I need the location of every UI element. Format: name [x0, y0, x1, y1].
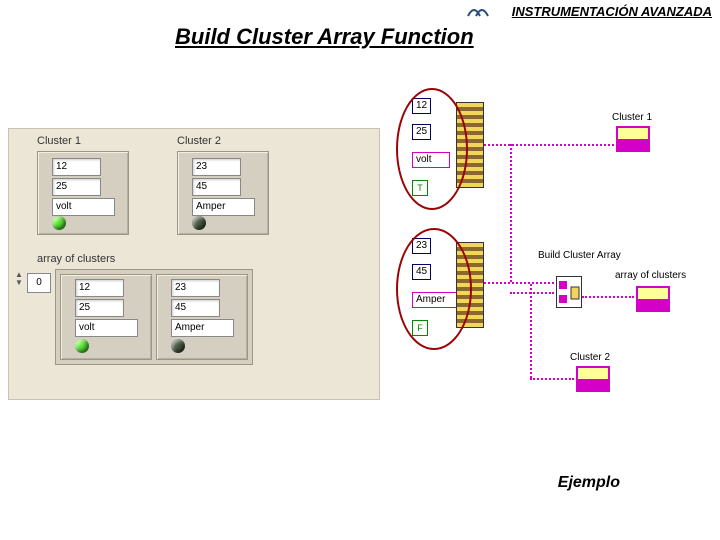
page-title: Build Cluster Array Function — [175, 24, 474, 50]
cluster1-num2[interactable]: 25 — [52, 178, 101, 196]
arr0-num1[interactable]: 12 — [75, 279, 124, 297]
wire-4 — [582, 296, 634, 298]
arr0-str[interactable]: volt — [75, 319, 138, 337]
wire-5 — [530, 284, 532, 378]
array-item-0: 12 25 volt — [60, 274, 152, 360]
arr1-num1[interactable]: 23 — [171, 279, 220, 297]
cluster2-num2[interactable]: 45 — [192, 178, 241, 196]
bd-num2a: 23 — [412, 238, 431, 254]
bd-bca-label: Build Cluster Array — [538, 250, 621, 261]
array-index[interactable]: 0 — [27, 273, 51, 293]
bd-cluster1-label: Cluster 1 — [612, 112, 652, 123]
arr1-str[interactable]: Amper — [171, 319, 234, 337]
cluster2-str[interactable]: Amper — [192, 198, 255, 216]
bd-num1b: 25 — [412, 124, 431, 140]
bd-bool1: T — [412, 180, 428, 196]
wire-1 — [484, 144, 614, 146]
bd-num1a: 12 — [412, 98, 431, 114]
footer-text: Ejemplo — [558, 474, 620, 492]
front-panel: Cluster 1 12 25 volt Cluster 2 23 45 Amp… — [8, 128, 380, 400]
cluster1-label: Cluster 1 — [37, 135, 81, 147]
cluster1-terminal — [616, 126, 650, 152]
arr0-num2[interactable]: 25 — [75, 299, 124, 317]
array-item-1: 23 45 Amper — [156, 274, 248, 360]
bundle-node-2 — [456, 242, 484, 328]
header-text: INSTRUMENTACIÓN AVANZADA — [512, 4, 712, 19]
arr0-led[interactable] — [75, 339, 89, 353]
arr1-led[interactable] — [171, 339, 185, 353]
build-cluster-array-node — [556, 276, 582, 308]
cluster1-led[interactable] — [52, 216, 66, 230]
array-container: 12 25 volt 23 45 Amper — [55, 269, 253, 365]
bd-str1: volt — [412, 152, 450, 168]
array-label: array of clusters — [37, 253, 115, 265]
wire-3 — [484, 282, 554, 284]
array-terminal — [636, 286, 670, 312]
bd-str2: Amper — [412, 292, 460, 308]
bd-array-label: array of clusters — [615, 270, 686, 281]
bd-bool2: F — [412, 320, 428, 336]
cluster1-num1[interactable]: 12 — [52, 158, 101, 176]
bd-cluster2-label: Cluster 2 — [570, 352, 610, 363]
arr1-num2[interactable]: 45 — [171, 299, 220, 317]
cluster2-label: Cluster 2 — [177, 135, 221, 147]
cluster1-box: 12 25 volt — [37, 151, 129, 235]
bd-num2b: 45 — [412, 264, 431, 280]
cluster2-terminal — [576, 366, 610, 392]
wire-6 — [530, 378, 574, 380]
cluster2-num1[interactable]: 23 — [192, 158, 241, 176]
bundle-node-1 — [456, 102, 484, 188]
wire-7 — [510, 292, 554, 294]
cluster2-box: 23 45 Amper — [177, 151, 269, 235]
cluster1-str[interactable]: volt — [52, 198, 115, 216]
logo-icon — [466, 2, 490, 18]
cluster2-led[interactable] — [192, 216, 206, 230]
index-spinner[interactable]: ▲▼ — [15, 271, 25, 287]
wire-2 — [510, 144, 512, 282]
